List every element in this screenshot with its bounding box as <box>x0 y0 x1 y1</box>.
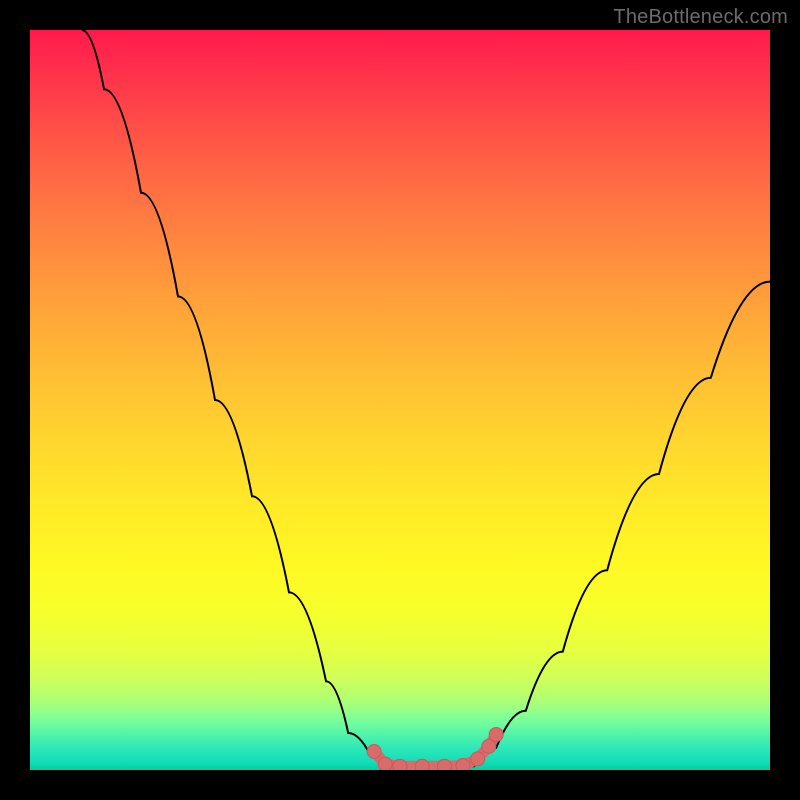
marker-dot <box>456 759 470 770</box>
marker-dot <box>471 752 485 766</box>
watermark-text: TheBottleneck.com <box>613 6 788 29</box>
marker-dot <box>378 757 392 770</box>
plot-area <box>30 30 770 770</box>
marker-dot <box>367 745 381 759</box>
curve-svg <box>30 30 770 770</box>
marker-dot <box>437 759 451 770</box>
bottleneck-curve <box>82 30 770 766</box>
marker-dot <box>489 727 503 741</box>
marker-dot <box>415 759 429 770</box>
outer-frame: TheBottleneck.com <box>0 0 800 800</box>
marker-dot <box>393 759 407 770</box>
